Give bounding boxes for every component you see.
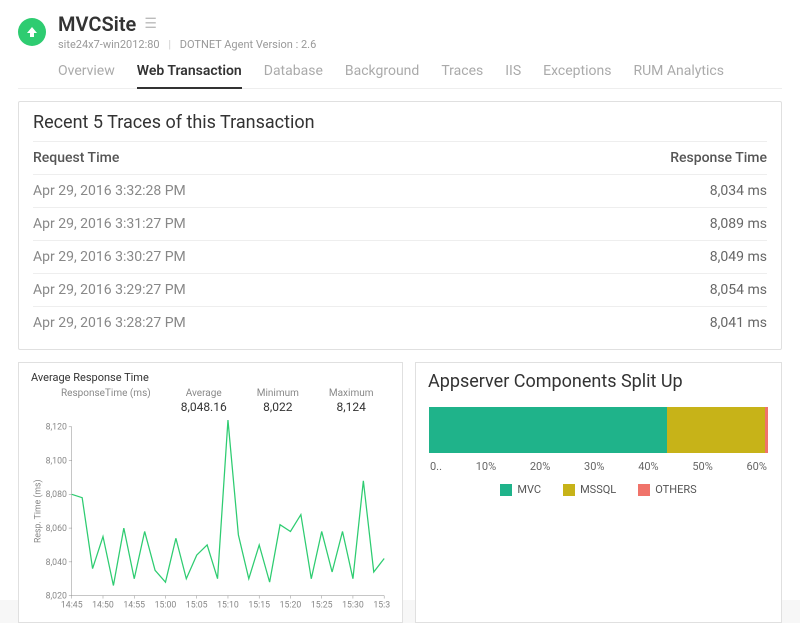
host-label: site24x7-win2012:80 bbox=[58, 38, 160, 51]
svg-text:8,080: 8,080 bbox=[46, 490, 67, 500]
tab-background[interactable]: Background bbox=[345, 57, 419, 88]
legend: MVC MSSQL OTHERS bbox=[428, 483, 769, 496]
svg-text:8,040: 8,040 bbox=[46, 558, 67, 568]
avg-response-card: Average Response Time ResponseTime (ms) … bbox=[18, 362, 403, 623]
svg-text:15:05: 15:05 bbox=[186, 600, 208, 610]
stacked-bar-axis: 0.. 10% 20% 30% 40% 50% 60% bbox=[428, 460, 769, 473]
tab-exceptions[interactable]: Exceptions bbox=[543, 57, 611, 88]
traces-title: Recent 5 Traces of this Transaction bbox=[33, 112, 767, 133]
svg-text:Resp. Time (ms): Resp. Time (ms) bbox=[33, 479, 44, 543]
svg-text:14:50: 14:50 bbox=[92, 600, 114, 610]
subtitle: site24x7-win2012:80 | DOTNET Agent Versi… bbox=[58, 38, 316, 51]
split-card: Appserver Components Split Up 0.. 10% 20… bbox=[415, 362, 782, 623]
svg-text:15:10: 15:10 bbox=[217, 600, 239, 610]
svg-text:8,120: 8,120 bbox=[46, 423, 67, 433]
bar-segment-others bbox=[765, 407, 768, 453]
svg-text:15:25: 15:25 bbox=[311, 600, 333, 610]
stacked-bar bbox=[428, 406, 769, 454]
avg-stats: ResponseTime (ms) Average8,048.16 Minimu… bbox=[61, 388, 390, 414]
arrow-up-icon bbox=[25, 25, 39, 39]
tab-iis[interactable]: IIS bbox=[505, 57, 521, 88]
tab-web-transaction[interactable]: Web Transaction bbox=[137, 57, 242, 89]
svg-text:8,060: 8,060 bbox=[46, 524, 67, 534]
svg-text:15:30: 15:30 bbox=[342, 600, 364, 610]
table-row[interactable]: Apr 29, 2016 3:31:27 PM 8,089 ms bbox=[33, 207, 767, 240]
legend-others: OTHERS bbox=[638, 483, 696, 496]
tab-overview[interactable]: Overview bbox=[58, 57, 115, 88]
traces-header-row: Request Time Response Time bbox=[33, 141, 767, 174]
tab-bar: Overview Web Transaction Database Backgr… bbox=[18, 57, 782, 89]
svg-text:15:35: 15:35 bbox=[373, 600, 390, 610]
avg-title: Average Response Time bbox=[31, 371, 390, 384]
tab-traces[interactable]: Traces bbox=[441, 57, 483, 88]
svg-text:14:45: 14:45 bbox=[61, 600, 83, 610]
table-row[interactable]: Apr 29, 2016 3:32:28 PM 8,034 ms bbox=[33, 174, 767, 207]
col-response: Response Time bbox=[670, 150, 767, 166]
col-request: Request Time bbox=[33, 150, 119, 166]
svg-text:15:00: 15:00 bbox=[155, 600, 177, 610]
svg-text:15:15: 15:15 bbox=[248, 600, 270, 610]
traces-card: Recent 5 Traces of this Transaction Requ… bbox=[18, 101, 782, 350]
page-title: MVCSite bbox=[58, 12, 136, 36]
svg-text:14:55: 14:55 bbox=[123, 600, 145, 610]
agent-label: DOTNET Agent Version : 2.6 bbox=[180, 38, 317, 51]
tab-rum[interactable]: RUM Analytics bbox=[633, 57, 723, 88]
split-title: Appserver Components Split Up bbox=[428, 371, 769, 392]
tab-database[interactable]: Database bbox=[264, 57, 323, 88]
table-row[interactable]: Apr 29, 2016 3:30:27 PM 8,049 ms bbox=[33, 240, 767, 273]
header: MVCSite ☰ site24x7-win2012:80 | DOTNET A… bbox=[18, 12, 782, 51]
status-up-icon bbox=[18, 18, 46, 46]
legend-mvc: MVC bbox=[500, 483, 541, 496]
bar-segment-mssql bbox=[667, 407, 765, 453]
menu-icon[interactable]: ☰ bbox=[144, 16, 157, 32]
svg-text:8,100: 8,100 bbox=[46, 456, 67, 466]
legend-mssql: MSSQL bbox=[563, 483, 616, 496]
line-chart: 8,0208,0408,0608,0808,1008,12014:4514:50… bbox=[31, 418, 390, 618]
table-row[interactable]: Apr 29, 2016 3:28:27 PM 8,041 ms bbox=[33, 306, 767, 339]
table-row[interactable]: Apr 29, 2016 3:29:27 PM 8,054 ms bbox=[33, 273, 767, 306]
svg-text:15:20: 15:20 bbox=[280, 600, 302, 610]
bar-segment-mvc bbox=[429, 407, 667, 453]
